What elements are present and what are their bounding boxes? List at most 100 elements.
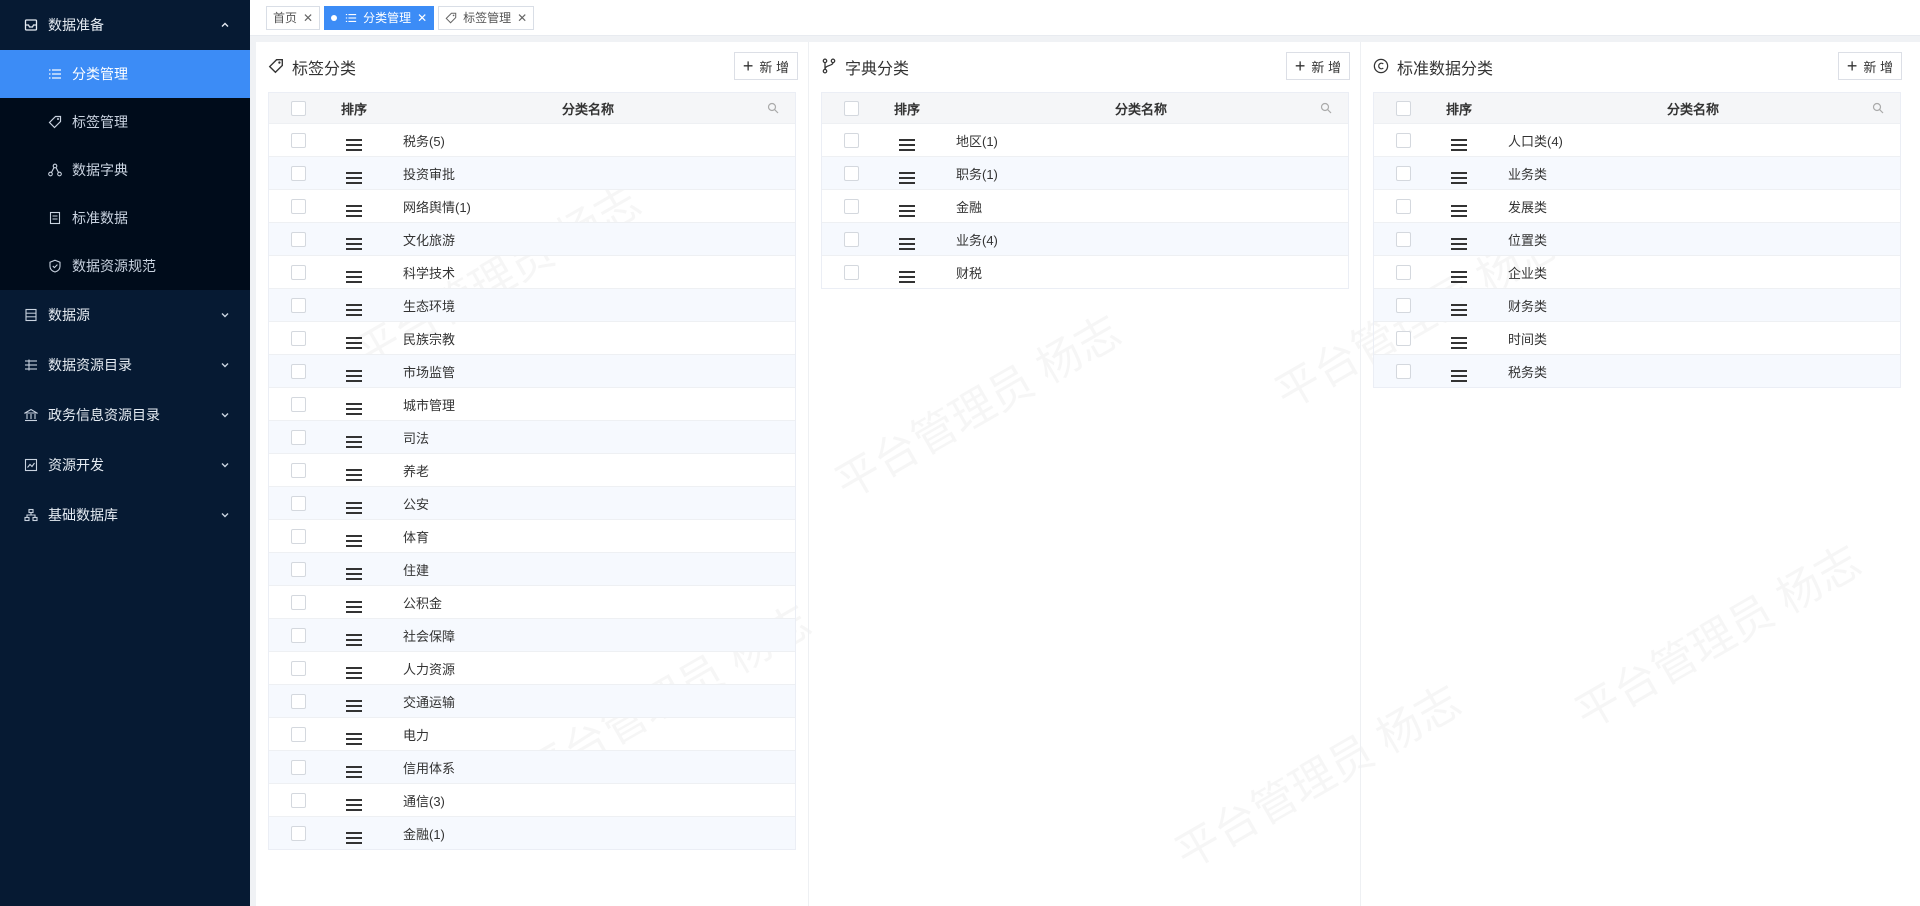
table-row[interactable]: 体育 [269, 519, 795, 552]
row-checkbox[interactable] [1395, 132, 1411, 148]
table-row[interactable]: 业务(4) [822, 222, 1348, 255]
row-checkbox[interactable] [290, 594, 306, 610]
table-row[interactable]: 养老 [269, 453, 795, 486]
table-row[interactable]: 市场监管 [269, 354, 795, 387]
row-checkbox[interactable] [843, 264, 859, 280]
drag-handle-icon[interactable] [899, 271, 915, 283]
table-row[interactable]: 人力资源 [269, 651, 795, 684]
sidebar-item-resource-spec[interactable]: 数据资源规范 [0, 242, 250, 290]
tab-home[interactable]: 首页 ✕ [266, 5, 321, 30]
row-checkbox[interactable] [1395, 264, 1411, 280]
table-row[interactable]: 网络舆情(1) [269, 189, 795, 222]
menu-group-gov-info-catalog[interactable]: 政务信息资源目录 [0, 390, 250, 440]
row-checkbox[interactable] [290, 528, 306, 544]
row-checkbox[interactable] [290, 693, 306, 709]
drag-handle-icon[interactable] [346, 535, 362, 547]
table-row[interactable]: 税务类 [1374, 354, 1900, 387]
drag-handle-icon[interactable] [346, 700, 362, 712]
sidebar-item-category-mgmt[interactable]: 分类管理 [0, 50, 250, 98]
drag-handle-icon[interactable] [346, 832, 362, 844]
table-row[interactable]: 公积金 [269, 585, 795, 618]
row-checkbox[interactable] [290, 792, 306, 808]
table-row[interactable]: 科学技术 [269, 255, 795, 288]
drag-handle-icon[interactable] [346, 304, 362, 316]
row-checkbox[interactable] [290, 660, 306, 676]
drag-handle-icon[interactable] [346, 799, 362, 811]
row-checkbox[interactable] [290, 198, 306, 214]
table-row[interactable]: 人口类(4) [1374, 123, 1900, 156]
table-row[interactable]: 企业类 [1374, 255, 1900, 288]
menu-group-resource-dev[interactable]: 资源开发 [0, 440, 250, 490]
add-button[interactable]: + 新 增 [1285, 52, 1350, 80]
close-icon[interactable]: ✕ [417, 11, 427, 25]
drag-handle-icon[interactable] [346, 733, 362, 745]
drag-handle-icon[interactable] [346, 502, 362, 514]
row-checkbox[interactable] [290, 627, 306, 643]
table-row[interactable]: 业务类 [1374, 156, 1900, 189]
close-icon[interactable]: ✕ [303, 11, 313, 25]
table-row[interactable]: 文化旅游 [269, 222, 795, 255]
row-checkbox[interactable] [843, 198, 859, 214]
sidebar-item-tag-mgmt[interactable]: 标签管理 [0, 98, 250, 146]
row-checkbox[interactable] [1395, 198, 1411, 214]
sidebar-item-data-dictionary[interactable]: 数据字典 [0, 146, 250, 194]
table-row[interactable]: 发展类 [1374, 189, 1900, 222]
drag-handle-icon[interactable] [346, 403, 362, 415]
row-checkbox[interactable] [290, 264, 306, 280]
row-checkbox[interactable] [290, 297, 306, 313]
table-row[interactable]: 城市管理 [269, 387, 795, 420]
row-checkbox[interactable] [290, 132, 306, 148]
table-row[interactable]: 金融 [822, 189, 1348, 222]
row-checkbox[interactable] [843, 132, 859, 148]
drag-handle-icon[interactable] [346, 337, 362, 349]
table-row[interactable]: 通信(3) [269, 783, 795, 816]
drag-handle-icon[interactable] [899, 172, 915, 184]
drag-handle-icon[interactable] [346, 436, 362, 448]
row-checkbox[interactable] [290, 759, 306, 775]
search-icon[interactable] [1320, 102, 1332, 114]
row-checkbox[interactable] [290, 561, 306, 577]
drag-handle-icon[interactable] [346, 469, 362, 481]
row-checkbox[interactable] [290, 363, 306, 379]
select-all-checkbox[interactable] [843, 100, 859, 116]
drag-handle-icon[interactable] [1451, 238, 1467, 250]
table-row[interactable]: 司法 [269, 420, 795, 453]
table-row[interactable]: 时间类 [1374, 321, 1900, 354]
menu-group-base-db[interactable]: 基础数据库 [0, 490, 250, 540]
select-all-checkbox[interactable] [290, 100, 306, 116]
row-checkbox[interactable] [290, 396, 306, 412]
drag-handle-icon[interactable] [899, 205, 915, 217]
drag-handle-icon[interactable] [346, 172, 362, 184]
menu-group-data-prep[interactable]: 数据准备 [0, 0, 250, 50]
search-icon[interactable] [1872, 102, 1884, 114]
table-row[interactable]: 财税 [822, 255, 1348, 288]
table-row[interactable]: 住建 [269, 552, 795, 585]
drag-handle-icon[interactable] [346, 634, 362, 646]
row-checkbox[interactable] [1395, 231, 1411, 247]
drag-handle-icon[interactable] [1451, 172, 1467, 184]
drag-handle-icon[interactable] [1451, 304, 1467, 316]
table-row[interactable]: 地区(1) [822, 123, 1348, 156]
search-icon[interactable] [767, 102, 779, 114]
table-row[interactable]: 投资审批 [269, 156, 795, 189]
row-checkbox[interactable] [290, 825, 306, 841]
close-icon[interactable]: ✕ [517, 11, 527, 25]
tab-tag-mgmt[interactable]: 标签管理 ✕ [438, 5, 535, 30]
table-row[interactable]: 社会保障 [269, 618, 795, 651]
table-row[interactable]: 公安 [269, 486, 795, 519]
row-checkbox[interactable] [290, 429, 306, 445]
table-row[interactable]: 税务(5) [269, 123, 795, 156]
drag-handle-icon[interactable] [1451, 139, 1467, 151]
table-row[interactable]: 职务(1) [822, 156, 1348, 189]
drag-handle-icon[interactable] [899, 238, 915, 250]
drag-handle-icon[interactable] [1451, 337, 1467, 349]
drag-handle-icon[interactable] [346, 568, 362, 580]
menu-group-resource-catalog[interactable]: 数据资源目录 [0, 340, 250, 390]
row-checkbox[interactable] [290, 462, 306, 478]
table-row[interactable]: 信用体系 [269, 750, 795, 783]
table-row[interactable]: 金融(1) [269, 816, 795, 849]
add-button[interactable]: + 新 增 [733, 52, 798, 80]
row-checkbox[interactable] [290, 330, 306, 346]
table-row[interactable]: 生态环境 [269, 288, 795, 321]
drag-handle-icon[interactable] [1451, 205, 1467, 217]
